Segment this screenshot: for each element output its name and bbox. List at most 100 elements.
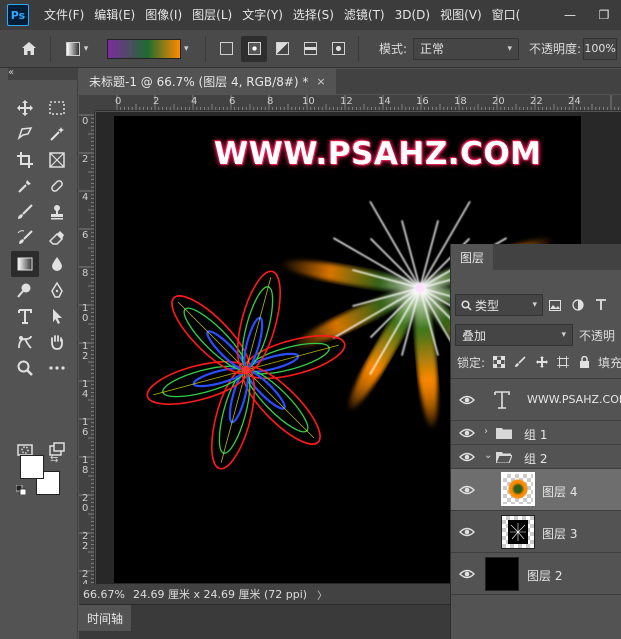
lock-all-button[interactable] (577, 354, 592, 370)
checkerboard-icon (492, 356, 505, 368)
ruler-label: 0 (115, 96, 122, 107)
filter-pixel-button[interactable] (544, 294, 566, 316)
shape-tool[interactable] (11, 329, 39, 355)
layer-row-layer-2[interactable]: 图层 2 (451, 553, 621, 595)
clone-stamp-tool[interactable] (43, 199, 71, 225)
ruler-label: 6 (229, 96, 236, 107)
move-tool[interactable] (11, 95, 39, 121)
horizontal-ruler[interactable]: 0 2 4 6 8 10 12 14 16 18 20 22 24 (95, 95, 621, 111)
layers-tab[interactable]: 图层 (451, 244, 494, 270)
menu-view[interactable]: 视图(V) (435, 0, 487, 30)
ruler-label: 2 4 (82, 569, 89, 585)
opacity-input[interactable]: 100% (583, 37, 618, 60)
linear-gradient-button[interactable] (213, 36, 239, 62)
eyedropper-tool[interactable] (11, 173, 39, 199)
gradient-tool[interactable] (11, 251, 39, 277)
frame-tool[interactable] (43, 147, 71, 173)
menu-layer[interactable]: 图层(L) (187, 0, 237, 30)
eraser-tool[interactable] (43, 225, 71, 251)
eye-icon[interactable] (459, 394, 475, 406)
collapse-panel-icon[interactable]: « (8, 68, 78, 80)
blend-mode-select[interactable]: 叠加 ▾ (455, 324, 573, 346)
magic-wand-tool[interactable] (43, 121, 71, 147)
layer-thumbnail (501, 515, 535, 549)
layer-name: WWW.PSAHZ.COM (527, 393, 621, 406)
filter-type-button[interactable] (590, 294, 612, 316)
screen-mode-button[interactable] (43, 437, 71, 463)
layer-row-text[interactable]: WWW.PSAHZ.COM (451, 379, 621, 421)
layer-filter-select[interactable]: 类型 ▾ (455, 294, 543, 316)
vertical-ruler[interactable]: 0 2 4 6 8 1 0 1 2 1 4 1 6 1 8 2 0 2 2 2 … (79, 111, 95, 584)
menu-type[interactable]: 文字(Y) (237, 0, 288, 30)
menu-edit[interactable]: 编辑(E) (89, 0, 140, 30)
more-tools-button[interactable] (43, 355, 71, 381)
type-tool[interactable] (11, 303, 39, 329)
layers-list: WWW.PSAHZ.COM › 组 1 ⌄ 组 2 图层 4 图层 3 图层 2 (451, 378, 621, 639)
eyedropper-icon (18, 180, 31, 193)
menu-window[interactable]: 窗口( (487, 0, 526, 30)
zoom-tool[interactable] (11, 355, 39, 381)
restore-button[interactable]: ❐ (587, 0, 621, 30)
gradient-swatch[interactable] (107, 38, 181, 59)
lock-image-pixels-button[interactable] (512, 354, 527, 370)
status-menu-arrow[interactable]: 〉 (317, 587, 327, 602)
layer-name: 图层 3 (542, 527, 578, 541)
filter-adjustment-button[interactable] (567, 294, 589, 316)
type-icon (596, 299, 606, 310)
pen-tool[interactable] (43, 277, 71, 303)
home-icon (22, 42, 36, 55)
lock-artboard-button[interactable] (555, 354, 570, 370)
foreground-color-swatch[interactable] (20, 455, 44, 479)
default-colors-icon[interactable] (16, 485, 26, 495)
mode-select[interactable]: 正常 ▾ (413, 37, 520, 60)
menu-file[interactable]: 文件(F) (39, 0, 89, 30)
blur-tool[interactable] (43, 251, 71, 277)
radial-gradient-button[interactable] (241, 35, 267, 62)
healing-brush-tool[interactable] (43, 173, 71, 199)
marquee-tool[interactable] (43, 95, 71, 121)
menu-select[interactable]: 选择(S) (288, 0, 339, 30)
canvas-watermark-text: WWW.PSAHZ.COM (214, 136, 542, 172)
timeline-tab[interactable]: 时间轴 (79, 605, 132, 631)
path-selection-tool[interactable] (43, 303, 71, 329)
hand-tool[interactable] (43, 329, 71, 355)
menu-image[interactable]: 图像(I) (140, 0, 187, 30)
dodge-tool[interactable] (11, 277, 39, 303)
tool-preset-picker[interactable]: ▾ (57, 36, 97, 62)
layer-row-layer-4[interactable]: 图层 4 (451, 469, 621, 511)
document-tab[interactable]: 未标题-1 @ 66.7% (图层 4, RGB/8#) * × (79, 69, 336, 94)
eye-icon[interactable] (459, 451, 475, 463)
chevron-down-icon[interactable]: ⌄ (484, 450, 492, 461)
close-icon[interactable]: × (316, 75, 325, 88)
ruler-origin[interactable] (79, 95, 95, 111)
gradient-picker[interactable]: ▾ (107, 36, 199, 62)
home-button[interactable] (14, 36, 44, 62)
layer-row-group-2[interactable]: ⌄ 组 2 (451, 445, 621, 469)
zoom-level[interactable]: 66.67% (83, 588, 125, 601)
layer-row-layer-3[interactable]: 图层 3 (451, 511, 621, 553)
lock-transparent-pixels-button[interactable] (491, 354, 506, 370)
angle-gradient-button[interactable] (269, 36, 295, 62)
lasso-tool[interactable] (11, 121, 39, 147)
eye-icon[interactable] (459, 568, 475, 580)
photoshop-logo[interactable]: Ps (7, 4, 29, 26)
document-size: 24.69 厘米 x 24.69 厘米 (72 ppi) (133, 588, 308, 601)
menu-3d[interactable]: 3D(D) (390, 0, 435, 30)
menu-filter[interactable]: 滤镜(T) (339, 0, 390, 30)
minimize-button[interactable]: — (553, 0, 587, 30)
eye-icon[interactable] (459, 484, 475, 496)
lock-position-button[interactable] (534, 354, 549, 370)
eye-icon[interactable] (459, 427, 475, 439)
type-layer-icon (494, 391, 510, 409)
reflected-gradient-button[interactable] (297, 36, 323, 62)
history-brush-tool[interactable] (11, 225, 39, 251)
diamond-gradient-button[interactable] (325, 36, 351, 62)
brush-tool[interactable] (11, 199, 39, 225)
layer-name: 图层 4 (542, 485, 578, 499)
chevron-right-icon[interactable]: › (484, 426, 488, 437)
layer-row-group-1[interactable]: › 组 1 (451, 421, 621, 445)
drop-icon (52, 257, 62, 271)
ruler-label: 8 (267, 96, 274, 107)
eye-icon[interactable] (459, 526, 475, 538)
crop-tool[interactable] (11, 147, 39, 173)
